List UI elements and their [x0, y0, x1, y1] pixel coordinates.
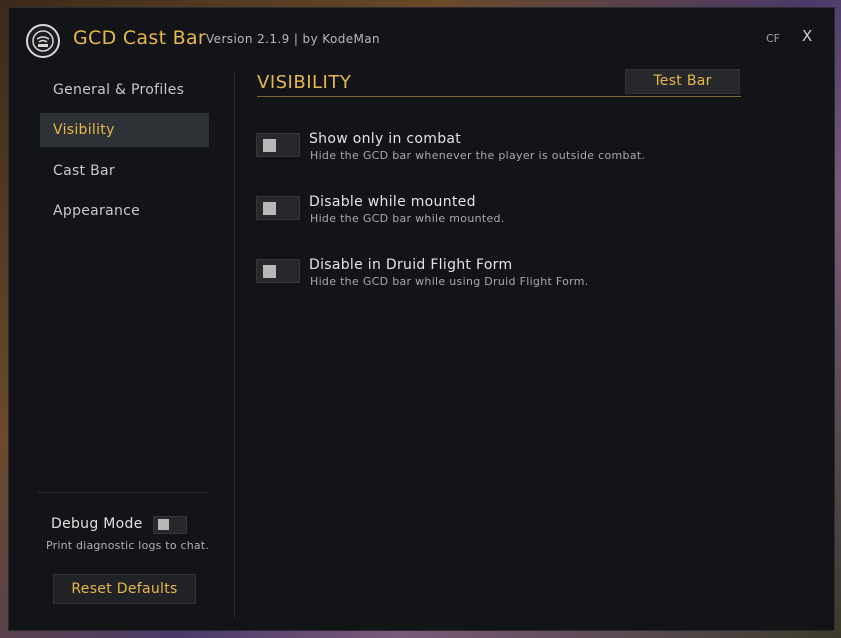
sidebar-item-visibility[interactable]: Visibility: [40, 113, 209, 147]
sidebar-item-general-profiles[interactable]: General & Profiles: [40, 73, 209, 107]
sidebar-item-appearance[interactable]: Appearance: [40, 194, 209, 228]
debug-mode-label: Debug Mode: [51, 516, 143, 532]
option-label: Show only in combat: [309, 131, 462, 147]
option-description: Hide the GCD bar whenever the player is …: [310, 149, 646, 162]
option-description: Hide the GCD bar while using Druid Fligh…: [310, 275, 589, 288]
toggle-knob: [263, 265, 276, 278]
gcd-logo-icon: [26, 24, 60, 58]
section-underline: [257, 96, 741, 97]
app-title: GCD Cast Bar: [73, 27, 207, 49]
show-only-in-combat-toggle[interactable]: [256, 133, 300, 157]
settings-window: GCD Cast Bar Version 2.1.9 | by KodeMan …: [8, 7, 835, 631]
sidebar-divider: [38, 492, 209, 493]
version-label: Version 2.1.9 | by KodeMan: [206, 32, 381, 46]
debug-mode-toggle[interactable]: [153, 516, 187, 534]
option-label: Disable while mounted: [309, 194, 476, 210]
vertical-divider: [234, 72, 235, 618]
close-button[interactable]: X: [802, 27, 812, 45]
disable-in-druid-flight-form-toggle[interactable]: [256, 259, 300, 283]
disable-while-mounted-toggle[interactable]: [256, 196, 300, 220]
section-title: VISIBILITY: [257, 72, 352, 93]
sidebar-item-cast-bar[interactable]: Cast Bar: [40, 154, 209, 188]
option-label: Disable in Druid Flight Form: [309, 257, 513, 273]
test-bar-button[interactable]: Test Bar: [625, 69, 740, 94]
toggle-knob: [158, 519, 169, 530]
reset-defaults-button[interactable]: Reset Defaults: [53, 574, 196, 604]
toggle-knob: [263, 202, 276, 215]
toggle-knob: [263, 139, 276, 152]
debug-mode-description: Print diagnostic logs to chat.: [46, 539, 210, 552]
cf-button[interactable]: CF: [766, 32, 780, 45]
option-description: Hide the GCD bar while mounted.: [310, 212, 505, 225]
